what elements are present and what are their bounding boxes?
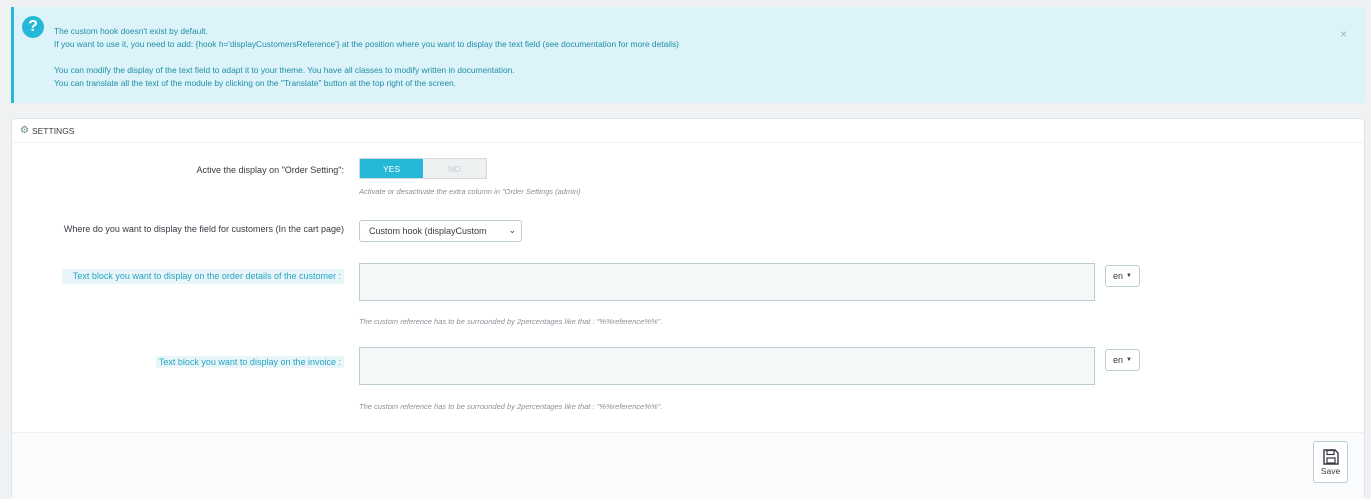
close-icon[interactable]: × (1340, 27, 1347, 41)
field-location-label: Where do you want to display the field f… (63, 224, 344, 234)
question-circle-icon: ? (22, 16, 44, 38)
invoice-input[interactable] (359, 347, 1095, 385)
alert-line: If you want to use it, you need to add: … (54, 39, 679, 49)
display-order-switch[interactable]: YES NO (359, 158, 487, 179)
invoice-lang-dropdown[interactable]: en ▼ (1105, 349, 1140, 371)
alert-text: The custom hook doesn't exist by default… (54, 25, 679, 90)
field-location-select[interactable]: Custom hook (displayCustom ⌄ (359, 220, 522, 242)
field-location-value: Custom hook (displayCustom (369, 226, 487, 236)
info-alert: ? The custom hook doesn't exist by defau… (11, 7, 1365, 103)
alert-line: You can translate all the text of the mo… (54, 78, 456, 88)
chevron-down-icon: ⌄ (508, 225, 516, 235)
panel-title: SETTINGS (31, 125, 75, 136)
invoice-label: Text block you want to display on the in… (155, 356, 344, 368)
caret-down-icon: ▼ (1126, 357, 1132, 363)
invoice-help: The custom reference has to be surrounde… (359, 402, 663, 411)
save-label: Save (1320, 465, 1341, 476)
switch-yes-option[interactable]: YES (360, 159, 423, 178)
order-details-label: Text block you want to display on the or… (62, 269, 344, 284)
alert-line: You can modify the display of the text f… (54, 65, 515, 75)
caret-down-icon: ▼ (1126, 273, 1132, 279)
display-order-label: Active the display on "Order Setting": (196, 165, 344, 175)
alert-line: The custom hook doesn't exist by default… (54, 26, 208, 36)
gears-icon: ⚙ (20, 125, 29, 136)
save-button[interactable]: Save (1313, 441, 1348, 483)
settings-panel: ⚙ SETTINGS Active the display on "Order … (11, 118, 1365, 499)
order-details-help: The custom reference has to be surrounde… (359, 317, 663, 326)
order-details-input[interactable] (359, 263, 1095, 301)
floppy-disk-icon (1322, 448, 1339, 465)
panel-header: ⚙ SETTINGS (12, 119, 1364, 143)
display-order-help: Activate or desactivate the extra column… (359, 187, 581, 196)
order-details-lang-dropdown[interactable]: en ▼ (1105, 265, 1140, 287)
switch-no-option[interactable]: NO (423, 159, 486, 178)
